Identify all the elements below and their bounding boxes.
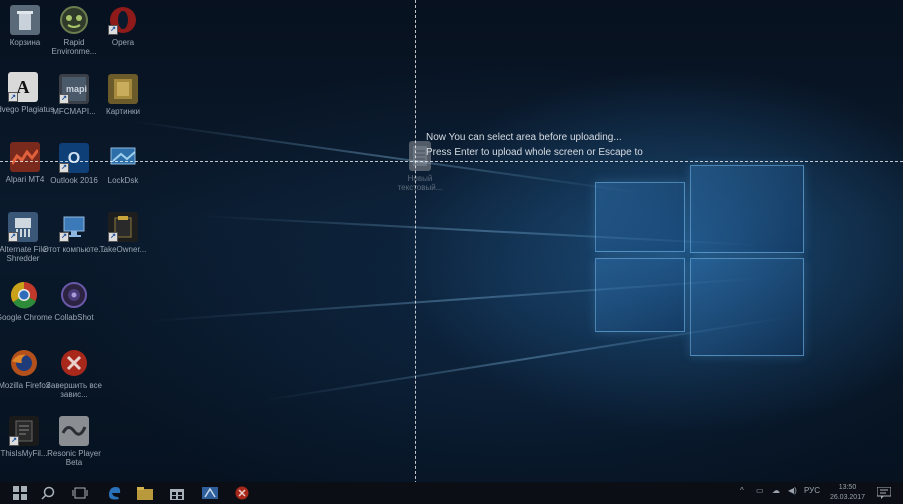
network-icon[interactable]: ▭ [756,486,764,495]
windows-start-icon[interactable] [12,485,28,501]
rapid-environment-icon [59,5,89,35]
icon-label: Opera [111,38,135,47]
show-hidden-icons-icon[interactable]: ^ [740,486,744,495]
resonic-icon [59,416,89,446]
clock[interactable]: 13:50 26.03.2017 [830,483,865,503]
onedrive-icon[interactable]: ☁ [772,486,780,495]
clock-date: 26.03.2017 [829,494,865,501]
store-icon[interactable] [169,485,185,501]
crosshair-horizontal-guide [0,161,903,162]
icon-label: Resonic Player Beta [47,449,101,467]
icon-label: Завершить все завис... [46,381,102,399]
mfcmapi-icon: mapi ↗ [59,74,89,104]
desktop-icon-lockdsk[interactable]: LockDsk [89,143,157,185]
takeowner-icon: ↗ [108,212,138,242]
taskbar: ^ ▭ ☁ ◀) РУС 13:50 26.03.2017 [0,482,903,504]
outlook-icon: O ↗ [59,143,89,173]
capture-instructions-line1: Now You can select area before uploading… [426,132,622,143]
capture-instructions: Now You can select area before uploading… [426,130,643,160]
volume-icon[interactable]: ◀) [788,486,797,495]
notification-icon[interactable] [876,485,892,501]
desktop-icon-collabshot[interactable]: CollabShot [40,280,108,322]
desktop-icon-end-tasks[interactable]: Завершить все завис... [40,348,108,399]
clock-time: 13:50 [838,484,857,491]
icon-label: CollabShot [54,313,94,322]
task-view-icon[interactable] [72,485,88,501]
desktop-icon-opera[interactable]: ↗ Opera [89,5,157,47]
chrome-icon [9,280,39,310]
computer-icon: ↗ [59,212,89,242]
thisismyfile-icon: ↗ [9,416,39,446]
app-icon[interactable] [202,485,218,501]
svg-text:mapi: mapi [66,84,87,94]
opera-icon: ↗ [108,5,138,35]
shredder-icon: ↗ [8,212,38,242]
folder-icon [108,74,138,104]
desktop-icon-pictures[interactable]: Картинки [89,74,157,116]
language-indicator[interactable]: РУС [804,486,820,495]
desktop-background: Корзина A↗ Advego Plagiatus Alpari MT4 ↗… [0,0,903,482]
search-icon[interactable] [40,485,56,501]
firefox-icon [9,348,39,378]
desktop-icon-resonic[interactable]: Resonic Player Beta [40,416,108,467]
collabshot-icon [59,280,89,310]
close-icon [59,348,89,378]
advego-icon: A ↗ [8,72,38,102]
icon-label: Новый текстовый... [397,174,443,192]
crosshair-vertical-guide [415,0,416,504]
capture-instructions-line2: Press Enter to upload whole screen or Es… [426,147,643,158]
lock-desktop-icon [108,143,138,173]
icon-label: TakeOwner... [99,245,147,254]
icon-label: Картинки [106,107,140,116]
alpari-icon [10,142,40,172]
file-explorer-icon[interactable] [137,485,153,501]
icon-label: LockDsk [107,176,139,185]
edge-icon[interactable] [106,485,122,501]
stop-icon[interactable] [234,485,250,501]
desktop-icon-takeowner[interactable]: ↗ TakeOwner... [89,212,157,254]
recycle-bin-icon [10,5,40,35]
